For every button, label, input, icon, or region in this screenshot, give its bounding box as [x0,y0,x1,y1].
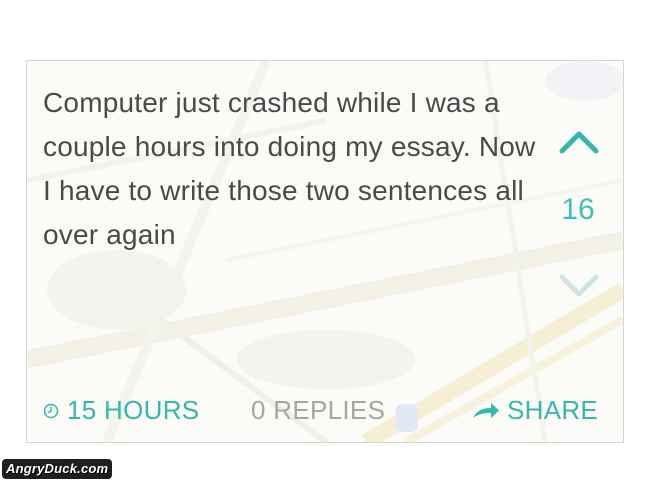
watermark-logo: AngryDuck.com [2,459,113,479]
post-footer: 15 HOURS 0 REPLIES SHARE [27,391,623,431]
replies-label: 0 REPLIES [251,395,386,425]
clock-icon [43,403,59,418]
screenshot: Computer just crashed while I was a coup… [0,0,650,481]
replies-button[interactable]: 0 REPLIES [251,395,385,426]
chevron-up-icon[interactable] [558,127,600,155]
share-label: SHARE [507,395,599,425]
post-age-label: 15 HOURS [67,395,200,425]
post-card: Computer just crashed while I was a coup… [26,60,624,443]
share-arrow-icon [473,402,499,418]
vote-column: 16 [533,121,623,311]
post-age: 15 HOURS [43,395,199,426]
vote-count: 16 [561,193,595,226]
share-button[interactable]: SHARE [471,395,598,426]
chevron-down-icon[interactable] [558,271,600,299]
post-text: Computer just crashed while I was a coup… [43,87,536,250]
